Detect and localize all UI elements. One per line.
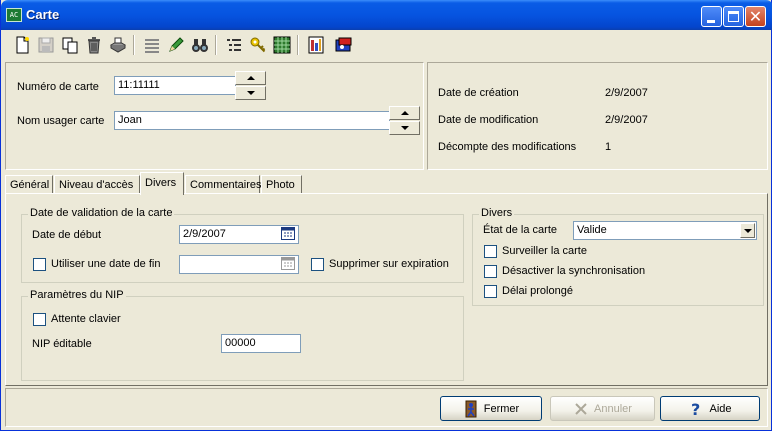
- list-icon[interactable]: [141, 34, 163, 56]
- close-button[interactable]: ✕: [745, 6, 766, 27]
- nip-group-title: Paramètres du NIP: [28, 289, 126, 301]
- toolbar: [5, 32, 769, 60]
- close-icon: ✕: [748, 7, 763, 26]
- help-label: Aide: [709, 402, 732, 415]
- card-user-input[interactable]: Joan: [114, 111, 390, 130]
- close-dialog-label: Fermer: [483, 402, 520, 415]
- help-question-icon: ?: [691, 400, 700, 418]
- minimize-icon: [707, 20, 715, 23]
- calendar-icon[interactable]: [281, 257, 297, 272]
- card-state-label: État de la carte: [483, 224, 557, 236]
- modification-count-label: Décompte des modifications: [438, 141, 577, 153]
- calendar-icon[interactable]: [281, 227, 297, 242]
- spin-down-button[interactable]: [389, 121, 420, 135]
- tab-page-misc: Date de validation de la carte Date de d…: [5, 193, 768, 386]
- report-icon[interactable]: [305, 34, 327, 56]
- watch-card-checkbox[interactable]: [484, 245, 497, 258]
- save-disk-icon[interactable]: [35, 34, 57, 56]
- arrow-up-icon: [247, 76, 255, 80]
- key-icon[interactable]: [247, 34, 269, 56]
- help-button[interactable]: ? Aide: [660, 396, 760, 421]
- trash-icon[interactable]: [83, 34, 105, 56]
- disable-sync-checkbox[interactable]: [484, 265, 497, 278]
- binoculars-icon[interactable]: [189, 34, 211, 56]
- print-icon[interactable]: [107, 34, 129, 56]
- copy-pages-icon[interactable]: [59, 34, 81, 56]
- card-state-value: Valide: [577, 224, 607, 236]
- arrow-down-icon: [247, 91, 255, 95]
- grid-icon[interactable]: [271, 34, 293, 56]
- editable-nip-input[interactable]: 00000: [221, 334, 301, 353]
- keypad-wait-label: Attente clavier: [51, 313, 121, 325]
- arrow-down-icon: [401, 126, 409, 130]
- card-state-select[interactable]: Valide: [573, 221, 757, 240]
- misc-group-title: Divers: [479, 207, 515, 219]
- card-number-spinner[interactable]: [235, 71, 266, 100]
- modification-date-value: 2/9/2007: [605, 114, 648, 126]
- card-panel: Numéro de carte 11:11111 Nom usager cart…: [5, 62, 424, 170]
- maximize-button[interactable]: [723, 6, 744, 27]
- toolbar-separator: [133, 35, 135, 55]
- button-bar: Fermer Annuler ? Aide: [5, 388, 768, 427]
- creation-date-value: 2/9/2007: [605, 87, 648, 99]
- modification-count-value: 1: [605, 141, 612, 153]
- chevron-down-icon: [744, 229, 752, 233]
- window-title: Carte: [26, 7, 60, 22]
- validation-group: Date de validation de la carte Date de d…: [21, 207, 464, 283]
- maximize-icon: [728, 11, 739, 22]
- dropdown-button[interactable]: [740, 223, 755, 238]
- tab-comments[interactable]: Commentaires: [185, 175, 262, 194]
- editable-nip-label: NIP éditable: [32, 338, 92, 350]
- arrow-up-icon: [401, 111, 409, 115]
- title-bar[interactable]: AC Carte ✕: [1, 0, 772, 30]
- app-icon: AC: [6, 8, 22, 22]
- delete-on-expiration-label: Supprimer sur expiration: [329, 258, 449, 270]
- card-info-panel: Date de création 2/9/2007 Date de modifi…: [427, 62, 768, 170]
- cancel-x-icon: [575, 402, 587, 415]
- creation-date-label: Date de création: [438, 87, 519, 99]
- svg-text:?: ?: [691, 400, 700, 418]
- nip-group: Paramètres du NIP Attente clavier NIP éd…: [21, 289, 464, 381]
- spin-up-button[interactable]: [389, 106, 420, 120]
- tab-photo[interactable]: Photo: [261, 175, 302, 194]
- edit-pencil-icon[interactable]: [165, 34, 187, 56]
- cancel-button[interactable]: Annuler: [550, 396, 655, 421]
- toolbar-separator: [297, 35, 299, 55]
- tab-access-level[interactable]: Niveau d'accès: [54, 175, 140, 194]
- exit-door-icon: [465, 400, 477, 417]
- use-end-date-label: Utiliser une date de fin: [51, 258, 161, 270]
- extended-delay-label: Délai prolongé: [502, 285, 573, 297]
- validation-group-title: Date de validation de la carte: [28, 207, 175, 219]
- toolbar-separator: [215, 35, 217, 55]
- tab-general[interactable]: Général: [5, 175, 53, 194]
- watch-card-label: Surveiller la carte: [502, 245, 587, 257]
- new-document-icon[interactable]: [11, 34, 33, 56]
- tab-misc[interactable]: Divers: [140, 172, 184, 195]
- extended-delay-checkbox[interactable]: [484, 285, 497, 298]
- delete-on-expiration-checkbox[interactable]: [311, 258, 324, 271]
- keypad-wait-checkbox[interactable]: [33, 313, 46, 326]
- window: AC Carte ✕ Numéro de carte 11:11111 Nom …: [0, 0, 772, 431]
- modification-date-label: Date de modification: [438, 114, 539, 126]
- card-number-input[interactable]: 11:11111: [114, 76, 236, 95]
- card-user-label: Nom usager carte: [17, 115, 105, 127]
- use-end-date-checkbox[interactable]: [33, 258, 46, 271]
- tree-list-icon[interactable]: [223, 34, 245, 56]
- card-user-spinner[interactable]: [389, 106, 420, 135]
- card-reader-icon[interactable]: [333, 34, 355, 56]
- card-number-label: Numéro de carte: [17, 81, 99, 93]
- spin-up-button[interactable]: [235, 71, 266, 85]
- close-dialog-button[interactable]: Fermer: [440, 396, 542, 421]
- cancel-label: Annuler: [594, 402, 632, 415]
- spin-down-button[interactable]: [235, 86, 266, 100]
- start-date-label: Date de début: [32, 229, 102, 241]
- misc-group: Divers État de la carte Valide Surveille…: [472, 207, 764, 306]
- disable-sync-label: Désactiver la synchronisation: [502, 265, 646, 277]
- minimize-button[interactable]: [701, 6, 722, 27]
